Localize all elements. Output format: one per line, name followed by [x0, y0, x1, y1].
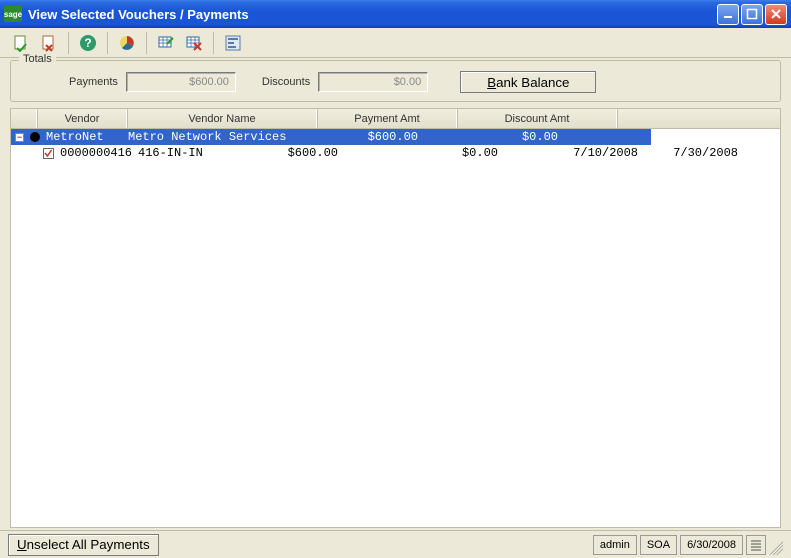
status-user: admin: [593, 535, 637, 555]
window-title: View Selected Vouchers / Payments: [28, 7, 717, 22]
grid-header-row: Vendor Vendor Name Payment Amt Discount …: [11, 109, 780, 129]
status-date: 6/30/2008: [680, 535, 743, 555]
minimize-button[interactable]: [717, 4, 739, 25]
toolbar-separator: [213, 32, 214, 54]
toolbar-separator: [107, 32, 108, 54]
grid-header-payment-amt[interactable]: Payment Amt: [317, 109, 457, 128]
bank-balance-button[interactable]: Bank Balance: [460, 71, 596, 93]
grid-x-icon[interactable]: [183, 32, 205, 54]
voucher-date2-cell: 7/30/2008: [648, 146, 738, 160]
status-dot-icon: [30, 132, 40, 142]
voucher-checkbox[interactable]: [43, 148, 54, 159]
toolbar-separator: [146, 32, 147, 54]
toolbar: ?: [0, 28, 791, 58]
grid-header-spacer: [617, 109, 780, 128]
title-bar: sage View Selected Vouchers / Payments: [0, 0, 791, 28]
payments-label: Payments: [69, 76, 118, 88]
vendor-row[interactable]: − MetroNet Metro Network Services $600.0…: [11, 129, 651, 145]
vendor-payment-cell: $600.00: [318, 130, 438, 144]
status-list-icon[interactable]: [746, 535, 766, 555]
status-bar: Unselect All Payments admin SOA 6/30/200…: [0, 530, 791, 558]
vendor-id-cell: MetroNet: [46, 130, 128, 144]
toolbar-separator: [68, 32, 69, 54]
totals-legend: Totals: [19, 53, 56, 65]
voucher-discount-cell: $0.00: [398, 146, 538, 160]
grid-header-discount-amt[interactable]: Discount Amt: [457, 109, 617, 128]
help-icon[interactable]: ?: [77, 32, 99, 54]
svg-text:?: ?: [84, 36, 91, 50]
vendor-name-cell: Metro Network Services: [128, 130, 318, 144]
pie-icon[interactable]: [116, 32, 138, 54]
voucher-grid: Vendor Vendor Name Payment Amt Discount …: [10, 108, 781, 528]
window-controls: [717, 4, 787, 25]
discounts-value: $0.00: [318, 72, 428, 92]
grid-header-vendor[interactable]: Vendor: [37, 109, 127, 128]
voucher-payment-cell: $600.00: [278, 146, 398, 160]
voucher-number-cell: 0000000416: [60, 146, 138, 160]
vendor-discount-cell: $0.00: [438, 130, 578, 144]
doc-x-icon[interactable]: [38, 32, 60, 54]
close-button[interactable]: [765, 4, 787, 25]
app-badge: sage: [4, 6, 22, 22]
voucher-row[interactable]: 0000000416 416-IN-IN $600.00 $0.00 7/10/…: [11, 145, 780, 161]
resize-grip-icon[interactable]: [769, 535, 783, 555]
unselect-all-button[interactable]: Unselect All Payments: [8, 534, 159, 556]
grid-edit-icon[interactable]: [155, 32, 177, 54]
totals-group: Totals Payments $600.00 Discounts $0.00 …: [10, 60, 781, 102]
payments-value: $600.00: [126, 72, 236, 92]
collapse-icon[interactable]: −: [15, 133, 24, 142]
doc-check-icon[interactable]: [10, 32, 32, 54]
maximize-button[interactable]: [741, 4, 763, 25]
status-company: SOA: [640, 535, 677, 555]
voucher-reference-cell: 416-IN-IN: [138, 146, 278, 160]
discounts-label: Discounts: [262, 76, 310, 88]
form-icon[interactable]: [222, 32, 244, 54]
grid-header-vendor-name[interactable]: Vendor Name: [127, 109, 317, 128]
voucher-date1-cell: 7/10/2008: [538, 146, 648, 160]
grid-header-spacer: [11, 109, 37, 128]
